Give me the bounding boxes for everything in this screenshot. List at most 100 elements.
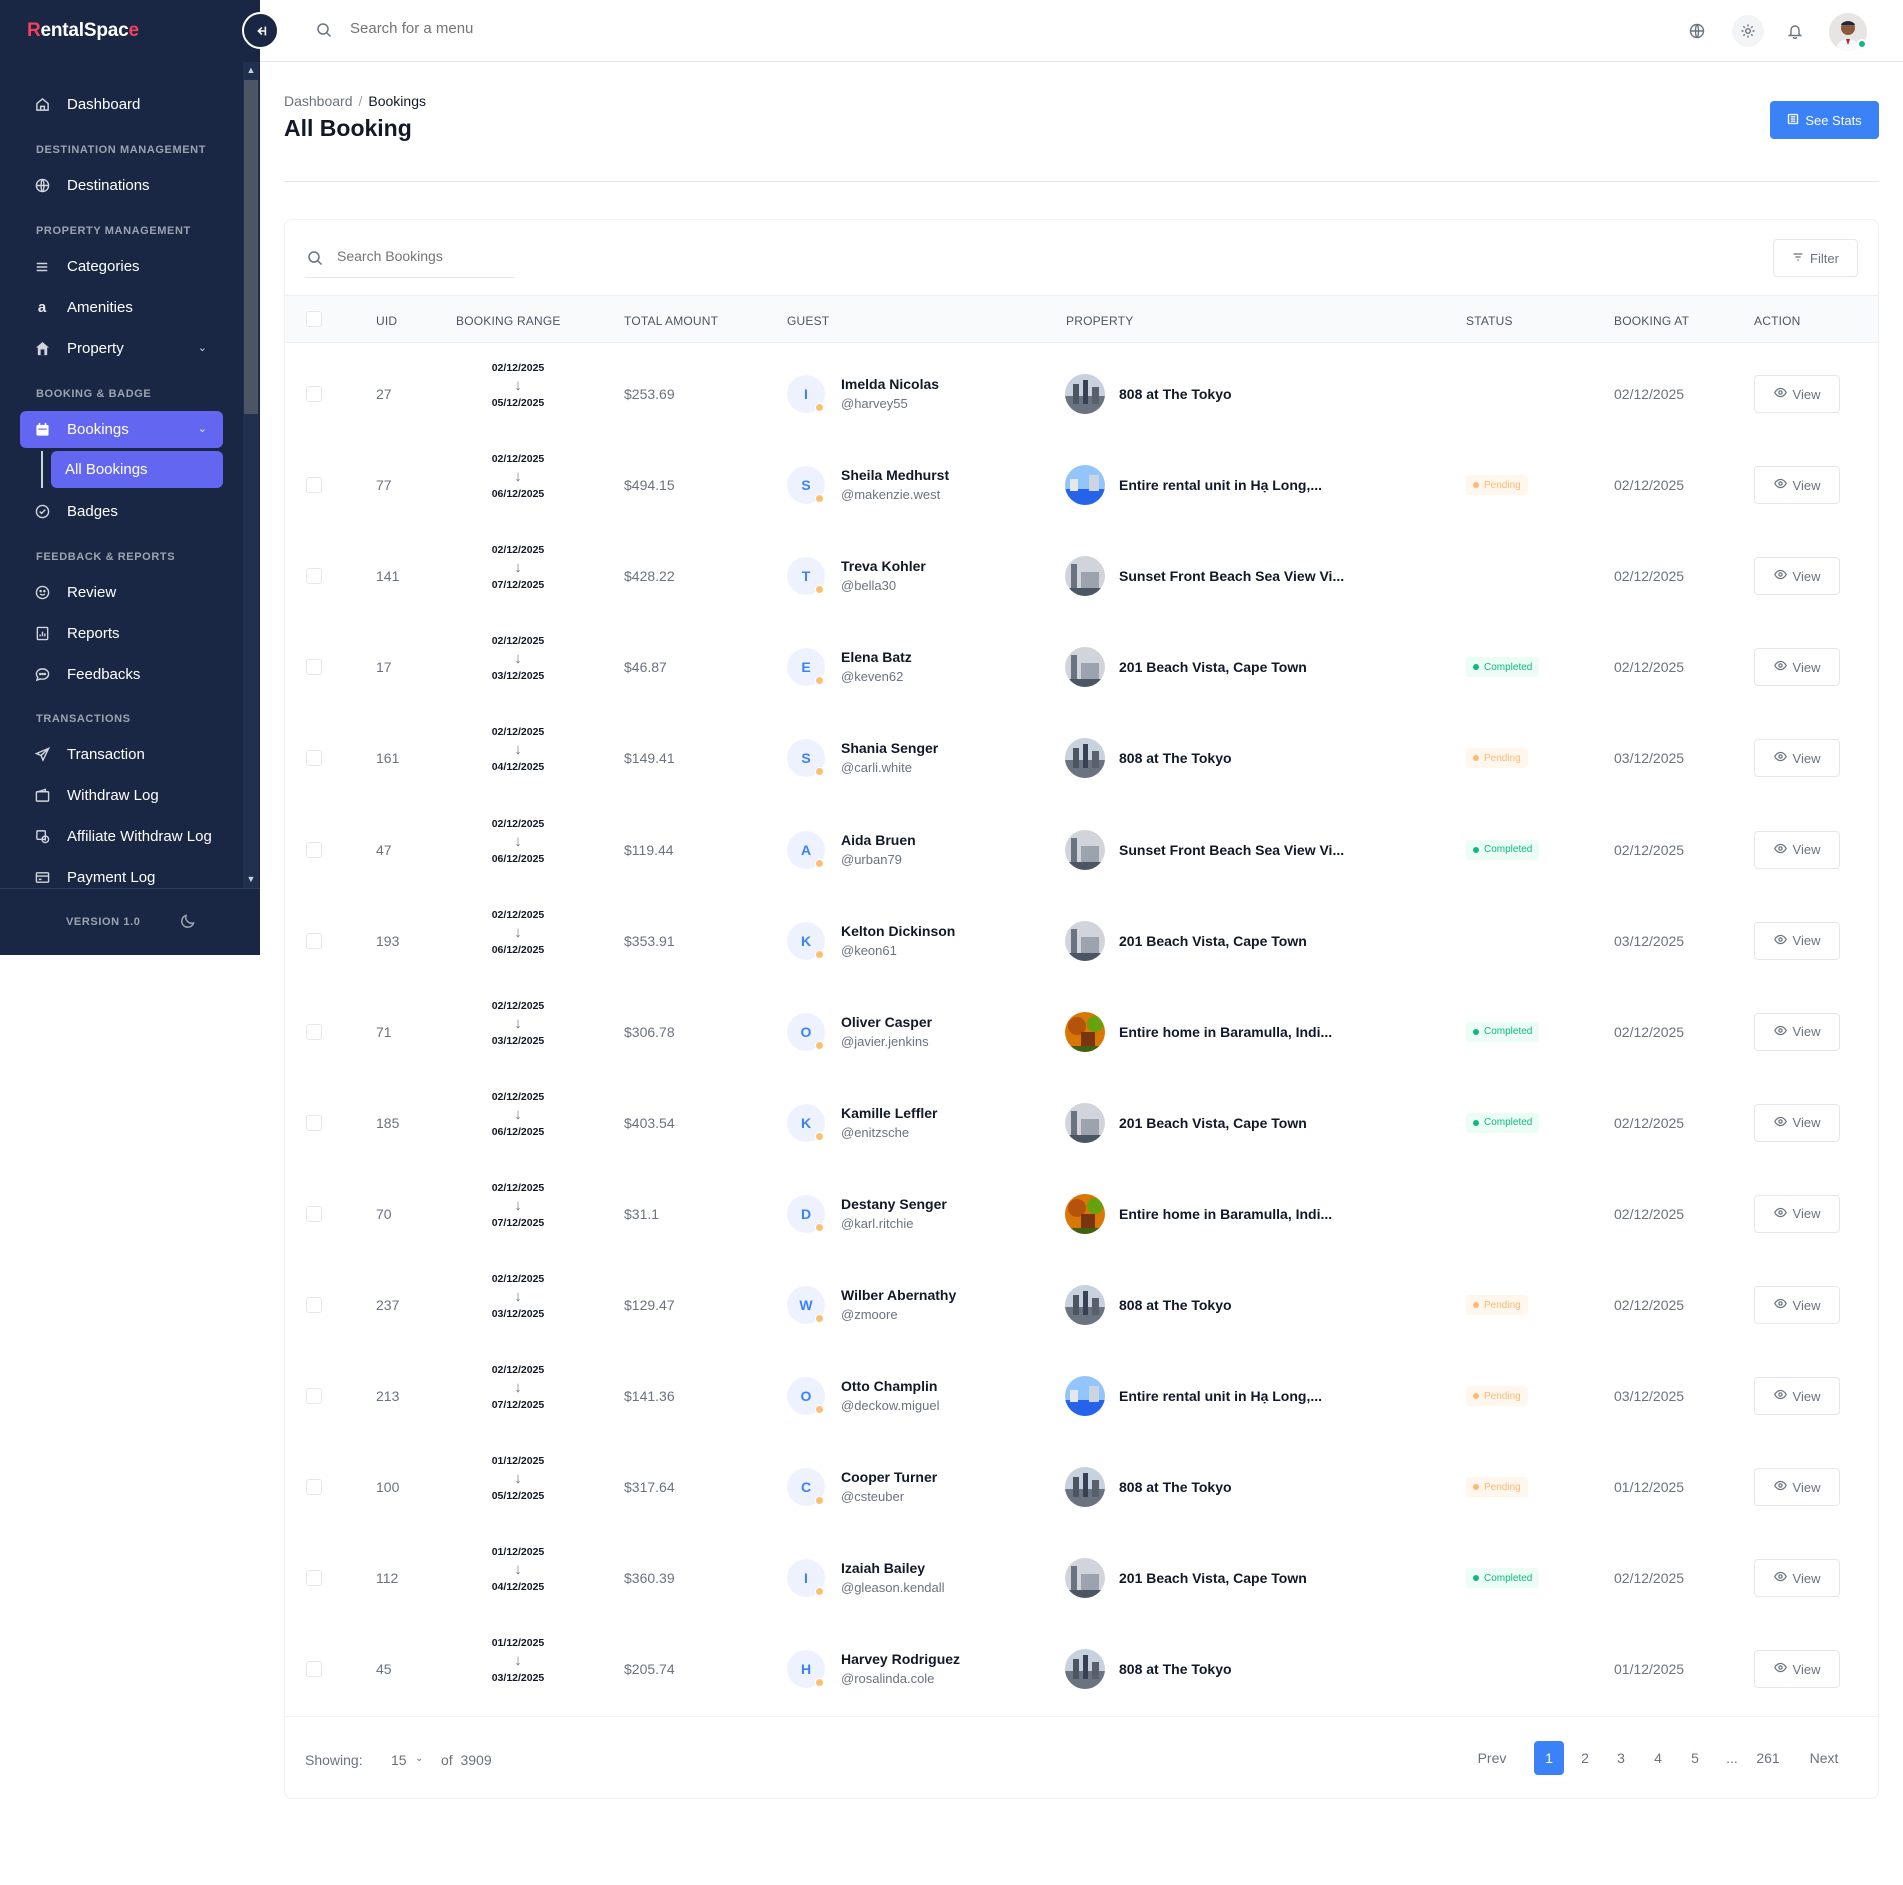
sidebar-item-categories[interactable]: Categories bbox=[20, 248, 223, 285]
view-button[interactable]: View bbox=[1754, 921, 1840, 960]
breadcrumb-dashboard[interactable]: Dashboard bbox=[284, 93, 353, 109]
page-1-button[interactable]: 1 bbox=[1534, 1741, 1564, 1775]
scroll-down-icon[interactable]: ▼ bbox=[244, 872, 258, 886]
guest-name[interactable]: Treva Kohler bbox=[841, 558, 926, 574]
sidebar-item-amenities[interactable]: a Amenities bbox=[20, 289, 223, 326]
row-checkbox[interactable] bbox=[306, 659, 322, 676]
col-property[interactable]: PROPERTY bbox=[1066, 314, 1133, 328]
property-name[interactable]: 808 at The Tokyo bbox=[1119, 750, 1232, 766]
col-total-amount[interactable]: TOTAL AMOUNT bbox=[624, 314, 718, 328]
sidebar-item-bookings[interactable]: Bookings ⌄ bbox=[20, 411, 223, 448]
property-name[interactable]: Sunset Front Beach Sea View Vi... bbox=[1119, 568, 1344, 584]
property-name[interactable]: Entire rental unit in Hạ Long,... bbox=[1119, 1388, 1322, 1404]
next-page-button[interactable]: Next bbox=[1809, 1741, 1839, 1775]
property-name[interactable]: 808 at The Tokyo bbox=[1119, 1297, 1232, 1313]
property-name[interactable]: 201 Beach Vista, Cape Town bbox=[1119, 1570, 1307, 1586]
property-name[interactable]: 808 at The Tokyo bbox=[1119, 1661, 1232, 1677]
row-checkbox[interactable] bbox=[306, 1114, 322, 1131]
row-checkbox[interactable] bbox=[306, 386, 322, 402]
page-261-button[interactable]: 261 bbox=[1753, 1741, 1783, 1775]
guest-name[interactable]: Otto Champlin bbox=[841, 1378, 937, 1394]
guest-name[interactable]: Imelda Nicolas bbox=[841, 376, 939, 392]
view-button[interactable]: View bbox=[1754, 466, 1840, 505]
row-checkbox[interactable] bbox=[306, 1388, 322, 1405]
row-checkbox[interactable] bbox=[306, 932, 322, 949]
sidebar-item-transaction[interactable]: Transaction bbox=[20, 736, 223, 773]
row-checkbox[interactable] bbox=[306, 1570, 322, 1587]
sidebar-item-property[interactable]: Property ⌄ bbox=[20, 330, 223, 367]
gear-icon[interactable] bbox=[1732, 15, 1764, 47]
view-button[interactable]: View bbox=[1754, 1377, 1840, 1416]
view-button[interactable]: View bbox=[1754, 1559, 1840, 1598]
view-button[interactable]: View bbox=[1754, 1012, 1840, 1051]
sidebar-item-dashboard[interactable]: Dashboard bbox=[20, 86, 223, 123]
sidebar-scrollbar-thumb[interactable] bbox=[244, 80, 258, 414]
guest-name[interactable]: Cooper Turner bbox=[841, 1469, 937, 1485]
chevron-down-icon[interactable]: ⌄ bbox=[415, 1753, 423, 1764]
menu-search-input[interactable] bbox=[350, 20, 750, 37]
property-name[interactable]: Entire home in Baramulla, Indi... bbox=[1119, 1024, 1332, 1040]
row-checkbox[interactable] bbox=[306, 841, 322, 858]
sidebar-item-reports[interactable]: Reports bbox=[20, 615, 223, 652]
row-checkbox[interactable] bbox=[306, 568, 322, 585]
guest-name[interactable]: Oliver Casper bbox=[841, 1014, 932, 1030]
view-button[interactable]: View bbox=[1754, 1650, 1840, 1689]
row-checkbox[interactable] bbox=[306, 477, 322, 494]
sidebar-item-affiliate-withdraw-log[interactable]: Affiliate Withdraw Log bbox=[20, 818, 223, 855]
guest-name[interactable]: Harvey Rodriguez bbox=[841, 1651, 960, 1667]
row-checkbox[interactable] bbox=[306, 1479, 322, 1496]
page-5-button[interactable]: 5 bbox=[1680, 1741, 1710, 1775]
row-checkbox[interactable] bbox=[306, 1205, 322, 1222]
page-4-button[interactable]: 4 bbox=[1643, 1741, 1673, 1775]
sidebar-item-destinations[interactable]: Destinations bbox=[20, 167, 223, 204]
row-checkbox[interactable] bbox=[306, 1661, 322, 1678]
property-name[interactable]: 201 Beach Vista, Cape Town bbox=[1119, 659, 1307, 675]
guest-name[interactable]: Kelton Dickinson bbox=[841, 923, 955, 939]
col-guest[interactable]: GUEST bbox=[787, 314, 829, 328]
sidebar-item-review[interactable]: Review bbox=[20, 574, 223, 611]
prev-page-button[interactable]: Prev bbox=[1477, 1741, 1507, 1775]
guest-name[interactable]: Destany Senger bbox=[841, 1196, 947, 1212]
view-button[interactable]: View bbox=[1754, 1194, 1840, 1233]
select-all-checkbox[interactable] bbox=[306, 311, 322, 327]
booking-search-input[interactable] bbox=[337, 248, 517, 264]
scroll-up-icon[interactable]: ▲ bbox=[244, 63, 258, 77]
view-button[interactable]: View bbox=[1754, 1468, 1840, 1507]
view-button[interactable]: View bbox=[1754, 739, 1840, 778]
filter-button[interactable]: Filter bbox=[1773, 239, 1858, 277]
sidebar-item-feedbacks[interactable]: Feedbacks bbox=[20, 656, 223, 693]
property-name[interactable]: Entire rental unit in Hạ Long,... bbox=[1119, 477, 1322, 493]
row-checkbox[interactable] bbox=[306, 1023, 322, 1040]
property-name[interactable]: 201 Beach Vista, Cape Town bbox=[1119, 933, 1307, 949]
sidebar-item-withdraw-log[interactable]: Withdraw Log bbox=[20, 777, 223, 814]
see-stats-button[interactable]: See Stats bbox=[1770, 101, 1879, 139]
view-button[interactable]: View bbox=[1754, 375, 1840, 413]
view-button[interactable]: View bbox=[1754, 1103, 1840, 1142]
globe-icon[interactable] bbox=[1684, 18, 1710, 44]
property-name[interactable]: Entire home in Baramulla, Indi... bbox=[1119, 1206, 1332, 1222]
sidebar-collapse-button[interactable] bbox=[242, 12, 279, 49]
page-2-button[interactable]: 2 bbox=[1570, 1741, 1600, 1775]
per-page-select[interactable]: 15 bbox=[391, 1752, 407, 1768]
guest-name[interactable]: Izaiah Bailey bbox=[841, 1560, 925, 1576]
guest-name[interactable]: Shania Senger bbox=[841, 740, 938, 756]
guest-name[interactable]: Aida Bruen bbox=[841, 832, 916, 848]
col-booking-at[interactable]: BOOKING AT bbox=[1614, 314, 1689, 328]
property-name[interactable]: Sunset Front Beach Sea View Vi... bbox=[1119, 842, 1344, 858]
guest-name[interactable]: Kamille Leffler bbox=[841, 1105, 937, 1121]
row-checkbox[interactable] bbox=[306, 750, 322, 767]
row-checkbox[interactable] bbox=[306, 1297, 322, 1313]
sidebar-item-all-bookings[interactable]: All Bookings bbox=[51, 451, 223, 488]
view-button[interactable]: View bbox=[1754, 557, 1840, 596]
col-status[interactable]: STATUS bbox=[1466, 314, 1513, 328]
guest-name[interactable]: Sheila Medhurst bbox=[841, 467, 949, 483]
page-3-button[interactable]: 3 bbox=[1606, 1741, 1636, 1775]
col-uid[interactable]: UID bbox=[376, 314, 397, 328]
sidebar-item-badges[interactable]: Badges bbox=[20, 493, 223, 530]
moon-icon[interactable] bbox=[180, 913, 196, 933]
bell-icon[interactable] bbox=[1782, 18, 1808, 44]
guest-name[interactable]: Elena Batz bbox=[841, 649, 912, 665]
property-name[interactable]: 808 at The Tokyo bbox=[1119, 1479, 1232, 1495]
property-name[interactable]: 808 at The Tokyo bbox=[1119, 386, 1232, 402]
property-name[interactable]: 201 Beach Vista, Cape Town bbox=[1119, 1115, 1307, 1131]
